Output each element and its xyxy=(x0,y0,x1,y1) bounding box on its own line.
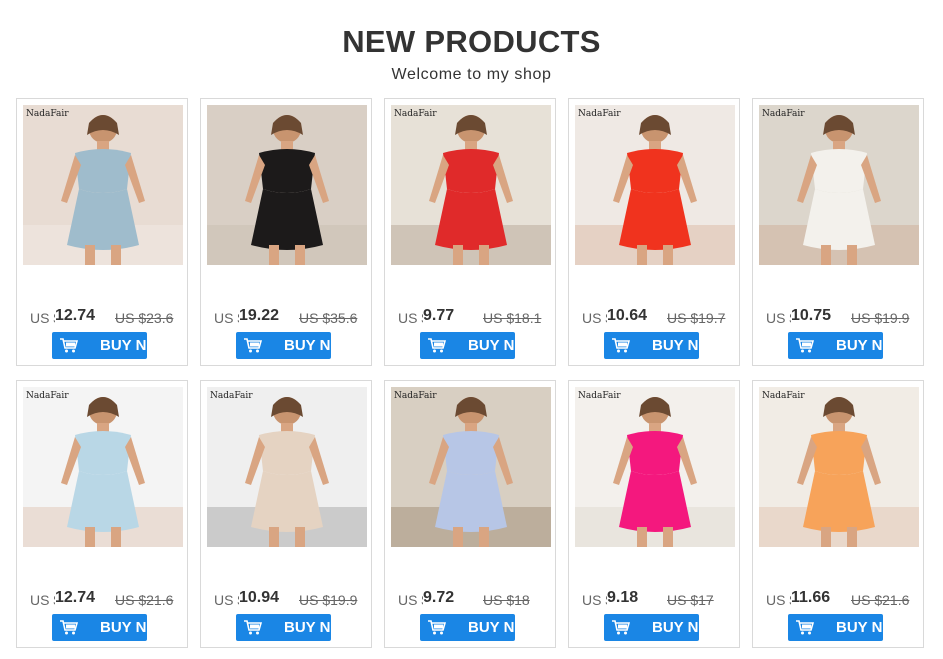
shopping-cart-icon xyxy=(612,620,631,635)
product-image[interactable]: NadaFair xyxy=(759,387,919,547)
sale-price: 12.74 xyxy=(55,307,98,325)
product-grid: NadaFair US $12.74 US $23.6 BUY N US $19.22 U… xyxy=(0,0,943,659)
shopping-cart-icon xyxy=(60,338,79,353)
brand-watermark: NadaFair xyxy=(394,109,437,119)
product-image[interactable]: NadaFair xyxy=(575,387,735,547)
buy-now-button[interactable]: BUY N xyxy=(788,332,883,359)
buy-now-label: BUY N xyxy=(468,619,515,636)
price-row: US $19.22 US $35.6 xyxy=(201,306,373,328)
product-card[interactable]: US $19.22 US $35.6 BUY N xyxy=(200,98,372,366)
original-price: US $19.7 xyxy=(667,310,726,326)
original-price: US $19.9 xyxy=(299,592,358,608)
buy-now-button[interactable]: BUY N xyxy=(604,614,699,641)
sale-price: 19.22 xyxy=(239,307,282,325)
shopping-cart-icon xyxy=(428,620,447,635)
original-price: US $23.6 xyxy=(115,310,174,326)
product-image[interactable]: NadaFair xyxy=(759,105,919,265)
buy-now-label: BUY N xyxy=(284,619,331,636)
shopping-cart-icon xyxy=(244,338,263,353)
buy-now-button[interactable]: BUY N xyxy=(52,332,147,359)
sale-price: 11.66 xyxy=(791,589,833,607)
brand-watermark: NadaFair xyxy=(210,391,253,401)
brand-watermark: NadaFair xyxy=(394,391,437,401)
product-card[interactable]: NadaFair US $11.66 US $21.6 BUY N xyxy=(752,380,924,648)
original-price: US $35.6 xyxy=(299,310,358,326)
buy-now-button[interactable]: BUY N xyxy=(420,332,515,359)
shopping-cart-icon xyxy=(796,338,815,353)
price-row: US $10.75 US $19.9 xyxy=(753,306,925,328)
product-image[interactable]: NadaFair xyxy=(575,105,735,265)
price-row: US $9.77 US $18.1 xyxy=(385,306,557,328)
price-row: US $10.64 US $19.7 xyxy=(569,306,741,328)
shopping-cart-icon xyxy=(60,620,79,635)
brand-watermark: NadaFair xyxy=(762,391,805,401)
original-price: US $17 xyxy=(667,592,714,608)
product-image[interactable]: NadaFair xyxy=(207,387,367,547)
buy-now-label: BUY N xyxy=(284,337,331,354)
buy-now-label: BUY N xyxy=(652,619,699,636)
price-row: US $9.18 US $17 xyxy=(569,588,741,610)
product-card[interactable]: NadaFair US $9.77 US $18.1 BUY N xyxy=(384,98,556,366)
brand-watermark: NadaFair xyxy=(578,391,621,401)
shopping-cart-icon xyxy=(612,338,631,353)
product-card[interactable]: NadaFair US $9.18 US $17 BUY N xyxy=(568,380,740,648)
price-row: US $12.74 US $23.6 xyxy=(17,306,189,328)
product-card[interactable]: NadaFair US $10.75 US $19.9 BUY N xyxy=(752,98,924,366)
price-row: US $10.94 US $19.9 xyxy=(201,588,373,610)
price-row: US $9.72 US $18 xyxy=(385,588,557,610)
buy-now-label: BUY N xyxy=(100,619,147,636)
buy-now-label: BUY N xyxy=(468,337,515,354)
brand-watermark: NadaFair xyxy=(578,109,621,119)
product-image[interactable]: NadaFair xyxy=(23,105,183,265)
product-image[interactable] xyxy=(207,105,367,265)
buy-now-button[interactable]: BUY N xyxy=(236,332,331,359)
product-image[interactable]: NadaFair xyxy=(391,105,551,265)
original-price: US $21.6 xyxy=(115,592,174,608)
shopping-cart-icon xyxy=(428,338,447,353)
price-row: US $11.66 US $21.6 xyxy=(753,588,925,610)
buy-now-label: BUY N xyxy=(836,337,883,354)
shopping-cart-icon xyxy=(244,620,263,635)
product-card[interactable]: NadaFair US $12.74 US $21.6 BUY N xyxy=(16,380,188,648)
brand-watermark: NadaFair xyxy=(26,109,69,119)
sale-price: 10.64 xyxy=(607,307,650,325)
buy-now-label: BUY N xyxy=(836,619,883,636)
product-card[interactable]: NadaFair US $10.64 US $19.7 BUY N xyxy=(568,98,740,366)
original-price: US $18.1 xyxy=(483,310,542,326)
buy-now-button[interactable]: BUY N xyxy=(420,614,515,641)
product-card[interactable]: NadaFair US $9.72 US $18 BUY N xyxy=(384,380,556,648)
buy-now-button[interactable]: BUY N xyxy=(52,614,147,641)
product-image[interactable]: NadaFair xyxy=(391,387,551,547)
brand-watermark: NadaFair xyxy=(762,109,805,119)
brand-watermark: NadaFair xyxy=(26,391,69,401)
product-card[interactable]: NadaFair US $10.94 US $19.9 BUY N xyxy=(200,380,372,648)
original-price: US $19.9 xyxy=(851,310,910,326)
sale-price: 9.72 xyxy=(423,589,457,607)
sale-price: 12.74 xyxy=(55,589,98,607)
shopping-cart-icon xyxy=(796,620,815,635)
original-price: US $21.6 xyxy=(851,592,910,608)
sale-price: 10.94 xyxy=(239,589,282,607)
buy-now-label: BUY N xyxy=(652,337,699,354)
sale-price: 10.75 xyxy=(791,307,834,325)
original-price: US $18 xyxy=(483,592,530,608)
sale-price: 9.18 xyxy=(607,589,641,607)
buy-now-button[interactable]: BUY N xyxy=(788,614,883,641)
buy-now-button[interactable]: BUY N xyxy=(236,614,331,641)
buy-now-button[interactable]: BUY N xyxy=(604,332,699,359)
product-card[interactable]: NadaFair US $12.74 US $23.6 BUY N xyxy=(16,98,188,366)
product-image[interactable]: NadaFair xyxy=(23,387,183,547)
price-row: US $12.74 US $21.6 xyxy=(17,588,189,610)
buy-now-label: BUY N xyxy=(100,337,147,354)
sale-price: 9.77 xyxy=(423,307,457,325)
